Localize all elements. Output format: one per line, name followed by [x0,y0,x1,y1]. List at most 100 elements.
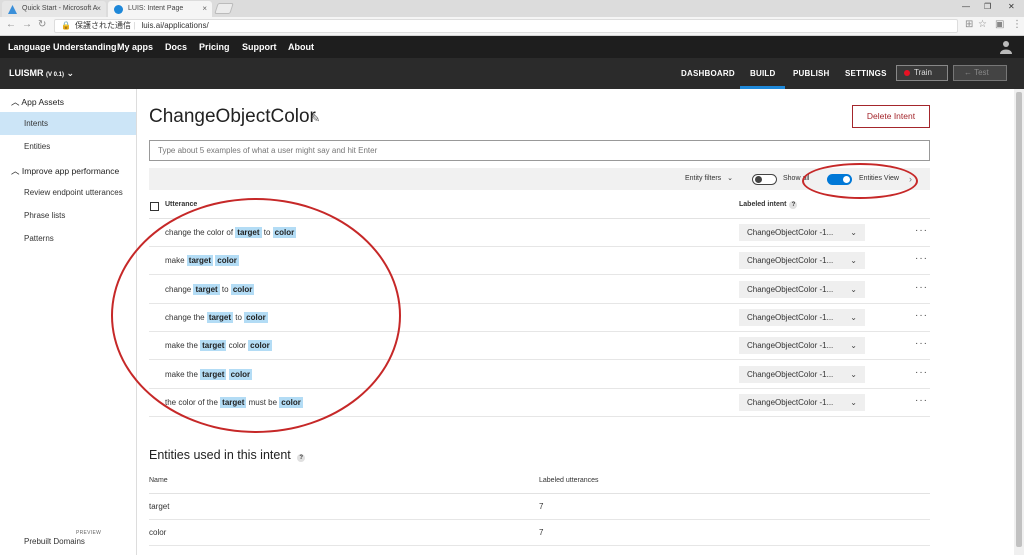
sidebar-section-label: Improve app performance [21,166,120,176]
tab-settings[interactable]: SETTINGS [845,58,887,89]
show-all-toggle[interactable] [752,174,777,185]
nav-about[interactable]: About [288,36,314,58]
pencil-icon[interactable]: ✎ [311,112,320,125]
minimize-icon[interactable]: — [962,0,970,14]
sidebar-section-app-assets[interactable]: ︿ App Assets [11,96,64,108]
new-tab-button[interactable] [214,3,234,14]
labeled-intent-dropdown[interactable]: ChangeObjectColor -1... ⌄ [739,224,865,241]
browser-tab-label: Quick Start - Microsoft A [22,5,98,12]
labeled-intent-dropdown[interactable]: ChangeObjectColor -1... ⌄ [739,337,865,355]
app-name: LUISMR [9,68,44,78]
entity-row: target 7 [149,494,930,520]
select-all-checkbox[interactable] [150,202,159,211]
more-icon[interactable]: ··· [915,247,928,271]
more-icon[interactable]: ··· [915,276,928,300]
menu-icon[interactable]: ⋮ [1012,19,1022,30]
tab-build[interactable]: BUILD [740,58,786,89]
annotation-ellipse-entities-view [802,163,918,199]
more-icon[interactable]: ··· [915,219,928,243]
luis-icon [114,5,123,14]
scrollbar-thumb[interactable] [1016,92,1022,547]
chevron-up-icon: ︿ [11,166,20,176]
extension-icon[interactable]: ▣ [995,19,1004,30]
labeled-intent-dropdown[interactable]: ChangeObjectColor -1... ⌄ [739,393,865,411]
labeled-intent-dropdown[interactable]: ChangeObjectColor -1... ⌄ [739,252,865,270]
app-header: LUISMR (V 0.1) ⌄ DASHBOARD BUILD PUBLISH… [0,58,1024,89]
app-name-dropdown[interactable]: LUISMR (V 0.1) ⌄ [9,58,74,91]
page-title: ChangeObjectColor [149,106,316,127]
browser-tab-quickstart[interactable]: Quick Start - Microsoft A × [2,1,106,17]
preview-badge: PREVIEW [76,530,102,536]
top-nav: Language Understanding My apps Docs Pric… [0,36,1024,58]
tab-dashboard[interactable]: DASHBOARD [681,58,735,89]
more-icon[interactable]: ··· [915,361,928,385]
window-close-icon[interactable]: ✕ [1008,0,1015,14]
labeled-intent-value: ChangeObjectColor -1... [747,284,834,294]
entities-section: Entities used in this intent ? [149,448,306,462]
entity-name[interactable]: target [149,494,169,520]
labeled-intent-value: ChangeObjectColor -1... [747,397,834,407]
star-icon[interactable]: ☆ [978,19,987,30]
sidebar-item-patterns[interactable]: Patterns [0,227,136,250]
test-label: Test [974,68,989,77]
chevron-down-icon: ⌄ [850,397,857,407]
entity-name[interactable]: color [149,520,166,546]
test-button[interactable]: ← Test [953,65,1007,81]
user-icon[interactable] [1000,40,1012,54]
sidebar-item-review-endpoint[interactable]: Review endpoint utterances [0,181,136,204]
sidebar-item-entities[interactable]: Entities [0,135,136,158]
col-labeled-intent-label: Labeled intent [739,201,787,208]
status-dot-icon [904,70,910,76]
help-icon[interactable]: ? [789,201,798,209]
entity-filters-label: Entity filters [685,175,722,182]
scrollbar[interactable] [1014,89,1024,555]
entity-filters-dropdown[interactable]: Entity filters ⌄ [685,168,733,190]
forward-icon[interactable]: → [22,19,32,30]
sidebar-item-intents[interactable]: Intents [0,112,136,135]
back-icon[interactable]: ← [6,19,16,30]
entity-row: color 7 [149,520,930,546]
more-icon[interactable]: ··· [915,389,928,413]
separator: | [133,21,138,30]
translate-icon[interactable]: ⊞ [965,19,973,30]
train-button[interactable]: Train [896,65,948,81]
arrow-left-icon: ← [964,68,972,77]
nav-language-understanding[interactable]: Language Understanding [8,36,117,58]
chevron-down-icon: ⌄ [727,175,734,182]
chevron-down-icon: ⌄ [850,369,857,379]
utterance-input[interactable] [149,140,930,161]
more-icon[interactable]: ··· [915,304,928,328]
nav-docs[interactable]: Docs [165,36,187,58]
nav-pricing[interactable]: Pricing [199,36,230,58]
tab-publish[interactable]: PUBLISH [793,58,830,89]
browser-tab-luis[interactable]: LUIS: Intent Page × [108,1,212,17]
entity-count: 7 [539,502,544,511]
entity-count: 7 [539,528,544,537]
sidebar-section-improve[interactable]: ︿ Improve app performance [11,165,119,177]
labeled-intent-value: ChangeObjectColor -1... [747,256,834,266]
lock-icon: 🔒 [61,21,71,30]
labeled-intent-dropdown[interactable]: ChangeObjectColor -1... ⌄ [739,365,865,383]
maximize-icon[interactable]: ❐ [984,0,991,14]
nav-support[interactable]: Support [242,36,277,58]
delete-intent-button[interactable]: Delete Intent [852,105,930,128]
omnibox[interactable]: 🔒 保護された通信 | luis.ai/applications/ [54,19,958,33]
sidebar-item-prebuilt-domains[interactable]: Prebuilt Domains [24,537,85,546]
col-labeled-intent: Labeled intent? [739,201,798,209]
chevron-down-icon: ⌄ [850,312,857,322]
reload-icon[interactable]: ↻ [38,19,46,30]
labeled-intent-dropdown[interactable]: ChangeObjectColor -1... ⌄ [739,308,865,326]
close-icon[interactable]: × [202,1,207,17]
train-label: Train [914,68,932,77]
more-icon[interactable]: ··· [915,332,928,356]
nav-my-apps[interactable]: My apps [117,36,153,58]
sidebar-section-label: App Assets [21,97,64,107]
help-icon[interactable]: ? [297,454,306,462]
chevron-down-icon: ⌄ [850,228,857,237]
entities-table-header: Name Labeled utterances [149,472,930,494]
close-icon[interactable]: × [96,1,101,17]
sidebar-item-phrase-lists[interactable]: Phrase lists [0,204,136,227]
labeled-intent-dropdown[interactable]: ChangeObjectColor -1... ⌄ [739,280,865,298]
labeled-intent-value: ChangeObjectColor -1... [747,312,834,322]
col-utterance: Utterance [165,201,198,208]
